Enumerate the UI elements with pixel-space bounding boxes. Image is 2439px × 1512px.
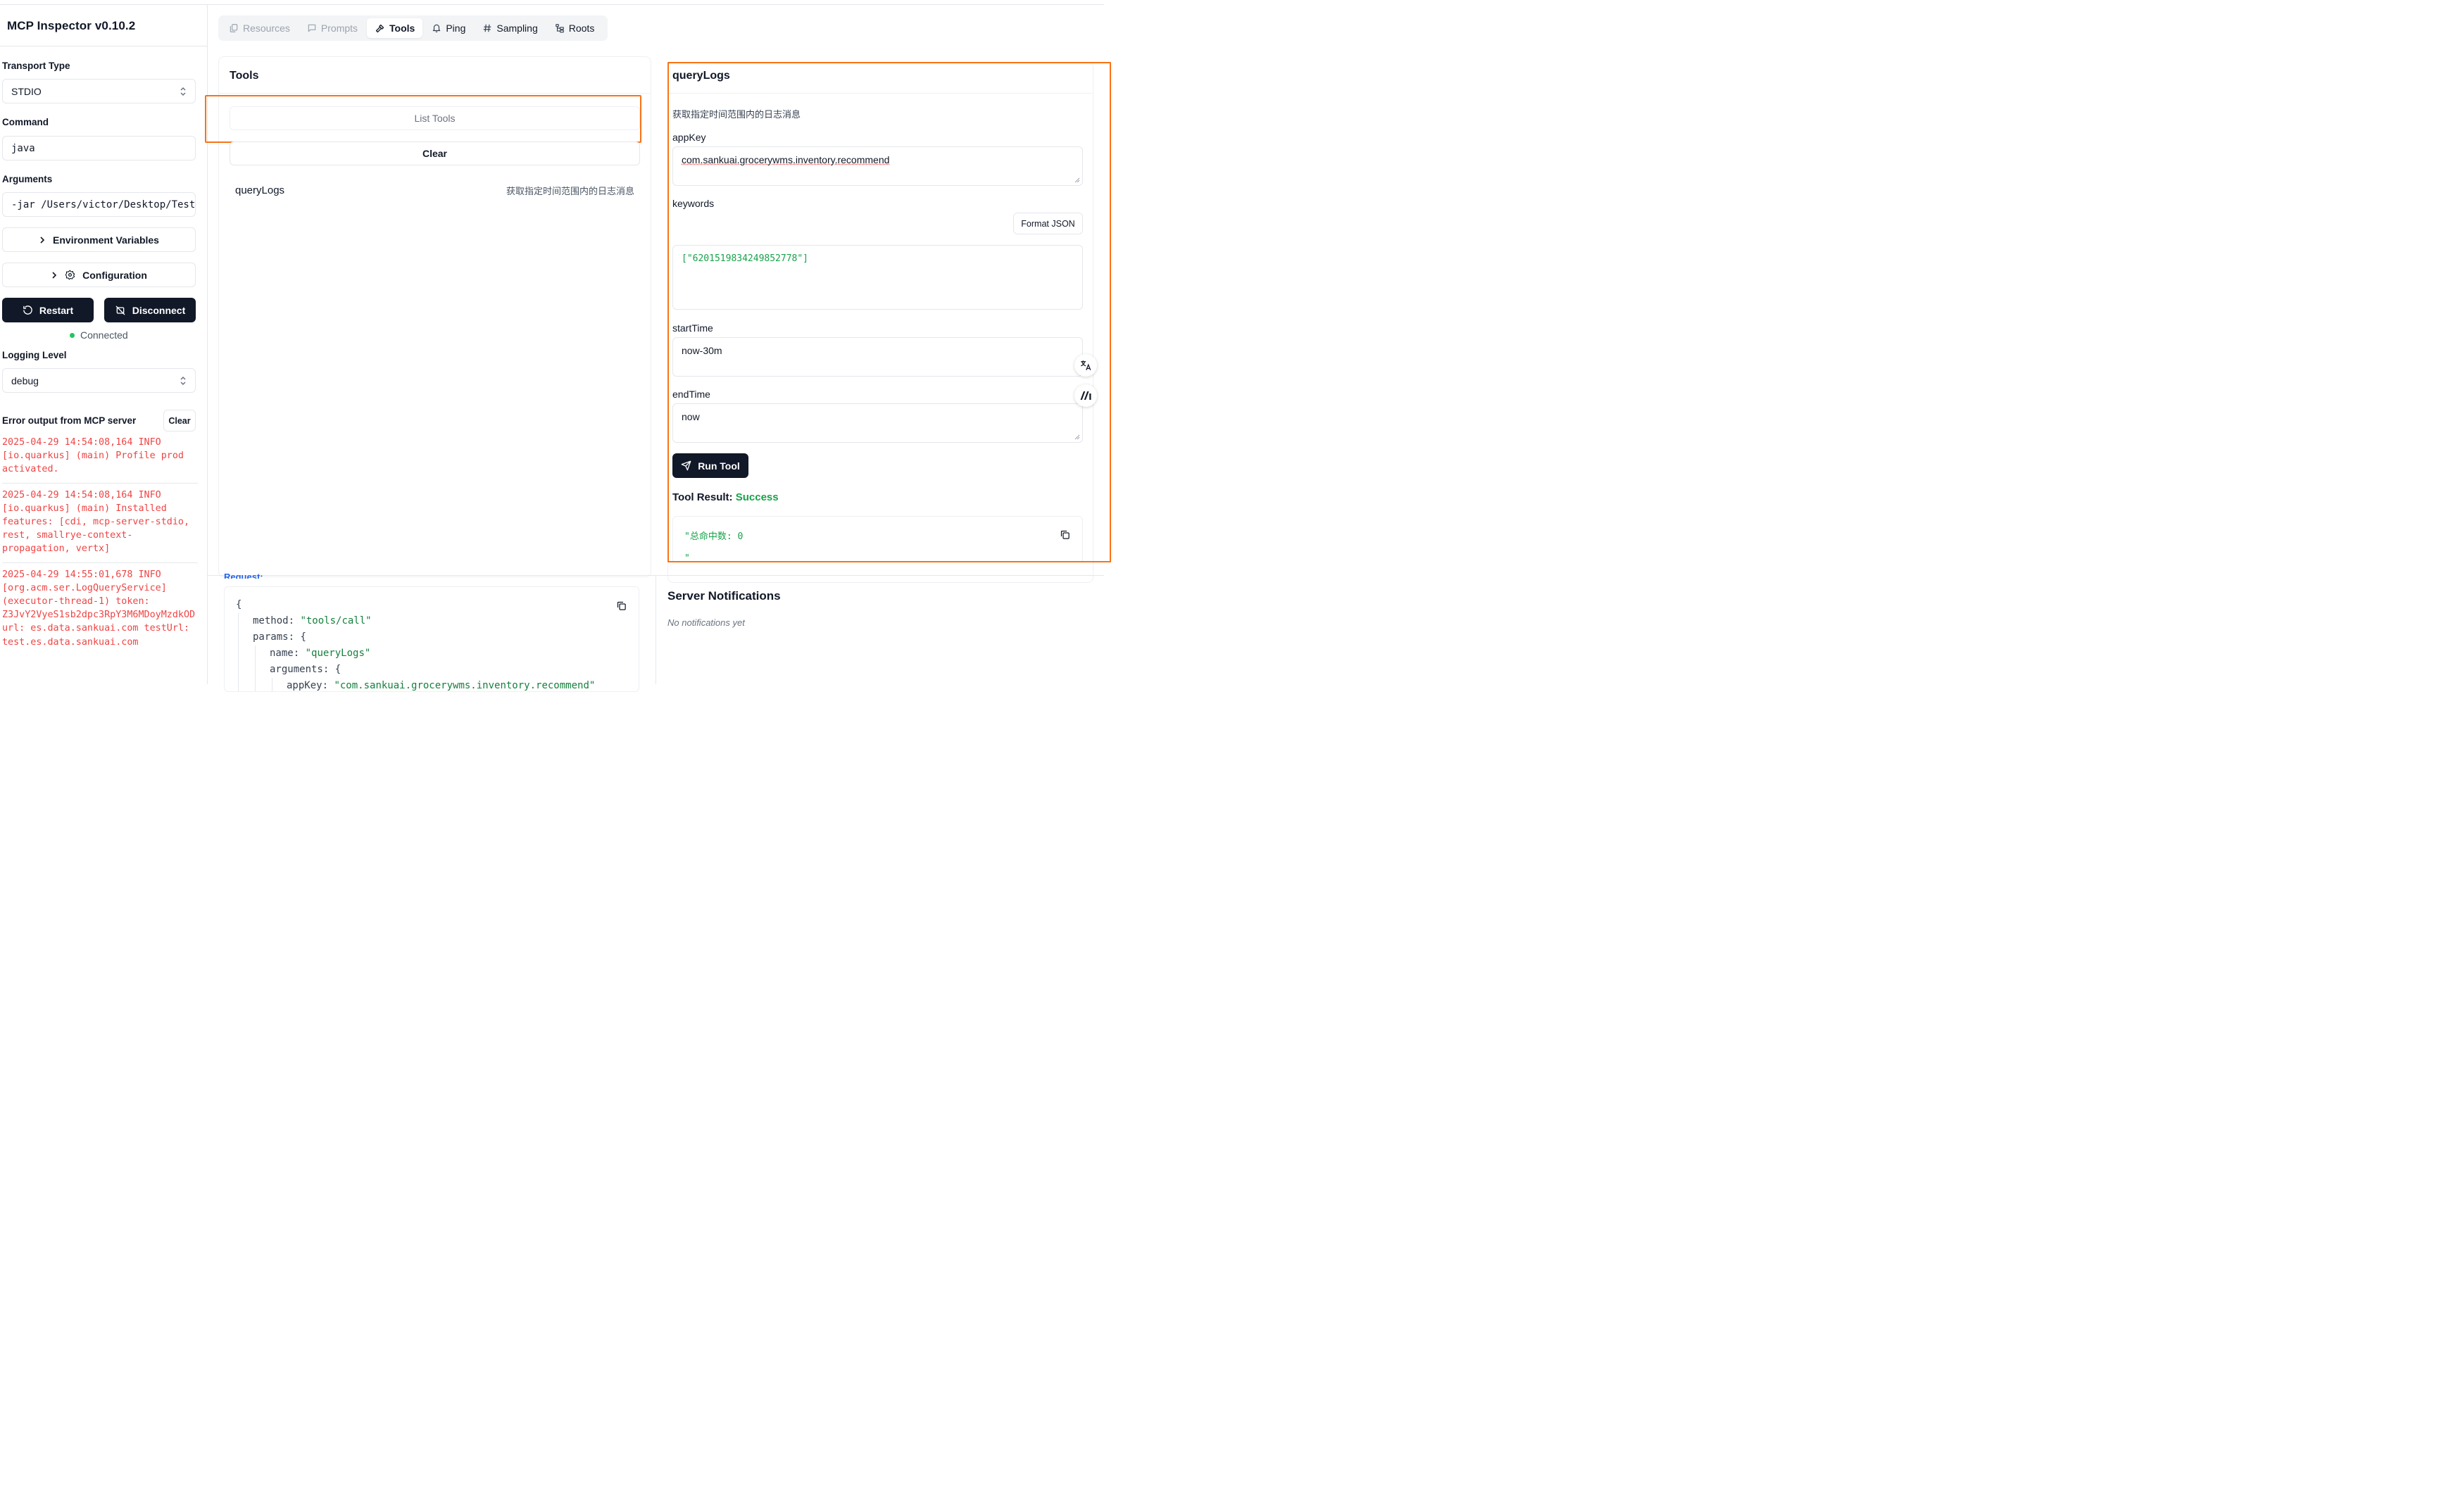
configuration-button[interactable]: Configuration <box>2 263 196 287</box>
log-entry: 2025-04-29 14:55:01,678 INFO [org.acm.se… <box>2 569 196 648</box>
indent-guide <box>238 613 239 629</box>
hammer-icon <box>375 24 384 32</box>
indent-guide <box>255 662 256 678</box>
json-key: name: <box>270 648 300 659</box>
tool-name: queryLogs <box>235 184 285 196</box>
highlight-box-tool-detail <box>667 62 1111 562</box>
tab-tools-label: Tools <box>389 23 415 34</box>
disconnect-button[interactable]: Disconnect <box>104 298 196 322</box>
log-entry: 2025-04-29 14:54:08,164 INFO [io.quarkus… <box>2 489 190 555</box>
tab-tools[interactable]: Tools <box>367 18 423 38</box>
json-value: "com.sankuai.grocerywms.inventory.recomm… <box>328 680 596 691</box>
chevrons-up-down-icon <box>180 87 187 96</box>
logging-level-label: Logging Level <box>2 350 67 360</box>
tools-panel-divider <box>218 93 651 94</box>
json-key: method: <box>253 615 295 626</box>
highlight-box-list-tools <box>205 95 641 143</box>
json-value: { <box>329 664 341 675</box>
request-json-line: params: { <box>236 629 595 645</box>
files-icon <box>230 24 238 32</box>
app-title: MCP Inspector v0.10.2 <box>7 19 136 32</box>
json-value: "tools/call" <box>294 615 372 626</box>
indent-guide <box>238 645 239 662</box>
tab-ping-label: Ping <box>446 23 466 34</box>
indent-guide <box>238 629 239 645</box>
arguments-label: Arguments <box>2 174 53 184</box>
json-value: "queryLogs" <box>299 648 371 659</box>
log-separator <box>2 482 198 484</box>
json-key: arguments: <box>270 664 330 675</box>
server-notifications-title: Server Notifications <box>667 589 781 603</box>
log-separator <box>2 562 198 563</box>
tab-sampling[interactable]: Sampling <box>475 18 545 38</box>
request-json-viewer: {method: "tools/call" params: {name: "que… <box>236 597 596 691</box>
request-label: Request: <box>224 572 263 579</box>
tab-roots[interactable]: Roots <box>547 18 603 38</box>
request-json-line: arguments: { <box>236 662 595 678</box>
command-value: java <box>11 142 35 154</box>
transport-type-value: STDIO <box>11 85 42 97</box>
restart-button[interactable]: Restart <box>2 298 94 322</box>
arguments-input[interactable]: -jar /Users/victor/Desktop/Test <box>2 192 196 217</box>
restart-label: Restart <box>39 304 74 316</box>
tab-ping[interactable]: Ping <box>424 18 473 38</box>
tool-description: 获取指定时间范围内的日志消息 <box>506 185 634 196</box>
json-value: { <box>294 631 306 643</box>
transport-type-label: Transport Type <box>2 61 70 71</box>
request-json-line: { <box>236 597 595 613</box>
command-input[interactable]: java <box>2 136 196 160</box>
tab-resources[interactable]: Resources <box>221 18 298 38</box>
request-json-box: {method: "tools/call" params: {name: "que… <box>224 586 639 692</box>
arguments-value: -jar /Users/victor/Desktop/Test <box>11 199 196 210</box>
ai-assistant-icon[interactable] <box>1074 384 1097 407</box>
tab-resources-label: Resources <box>243 23 290 34</box>
indent-guide <box>238 678 239 691</box>
translate-icon[interactable] <box>1074 354 1097 377</box>
configuration-label: Configuration <box>82 269 147 281</box>
chevrons-up-down-icon <box>180 376 187 386</box>
transport-type-select[interactable]: STDIO <box>2 79 196 103</box>
disconnect-label: Disconnect <box>132 304 186 316</box>
error-log-list: 2025-04-29 14:54:08,164 INFO [io.quarkus… <box>2 436 198 649</box>
indent-guide <box>255 645 256 662</box>
request-json-line: method: "tools/call" <box>236 613 595 629</box>
logging-level-value: debug <box>11 374 39 386</box>
json-key: params: <box>253 631 295 643</box>
environment-variables-label: Environment Variables <box>53 234 159 246</box>
command-label: Command <box>2 117 49 127</box>
bell-icon <box>433 24 441 32</box>
logging-level-select[interactable]: debug <box>2 368 196 393</box>
connection-status: Connected <box>70 329 128 341</box>
json-key: appKey: <box>287 680 329 691</box>
folder-tree-icon <box>555 24 564 33</box>
log-entry: 2025-04-29 14:54:08,164 INFO [io.quarkus… <box>2 437 184 475</box>
indent-guide <box>255 678 256 691</box>
tab-bar: Resources Prompts Tools Ping Sampling Ro… <box>218 15 608 41</box>
copy-icon[interactable] <box>616 600 627 611</box>
tab-roots-label: Roots <box>568 23 595 34</box>
clear-tools-button[interactable]: Clear <box>230 141 640 165</box>
request-json-line: appKey: "com.sankuai.grocerywms.inventor… <box>236 678 596 691</box>
chevron-right-icon <box>40 236 45 244</box>
json-value: { <box>236 599 242 610</box>
unplug-icon <box>115 305 125 315</box>
error-output-label: Error output from MCP server <box>2 415 137 426</box>
hash-icon <box>484 24 491 32</box>
tab-sampling-label: Sampling <box>496 23 538 34</box>
clear-error-output-button[interactable]: Clear <box>163 410 196 431</box>
environment-variables-button[interactable]: Environment Variables <box>2 227 196 252</box>
tool-list-item[interactable]: queryLogs 获取指定时间范围内的日志消息 <box>230 177 640 203</box>
rotate-ccw-icon <box>23 305 32 315</box>
tools-panel-title: Tools <box>230 70 259 82</box>
status-dot <box>70 332 75 338</box>
status-text: Connected <box>80 329 128 341</box>
indent-guide <box>238 662 239 678</box>
tab-prompts[interactable]: Prompts <box>299 18 365 38</box>
tab-prompts-label: Prompts <box>320 23 358 34</box>
message-square-icon <box>308 24 316 32</box>
request-json-line: name: "queryLogs" <box>236 645 595 662</box>
no-notifications-text: No notifications yet <box>667 617 745 628</box>
chevron-right-icon <box>52 271 57 279</box>
gear-icon <box>65 270 75 280</box>
